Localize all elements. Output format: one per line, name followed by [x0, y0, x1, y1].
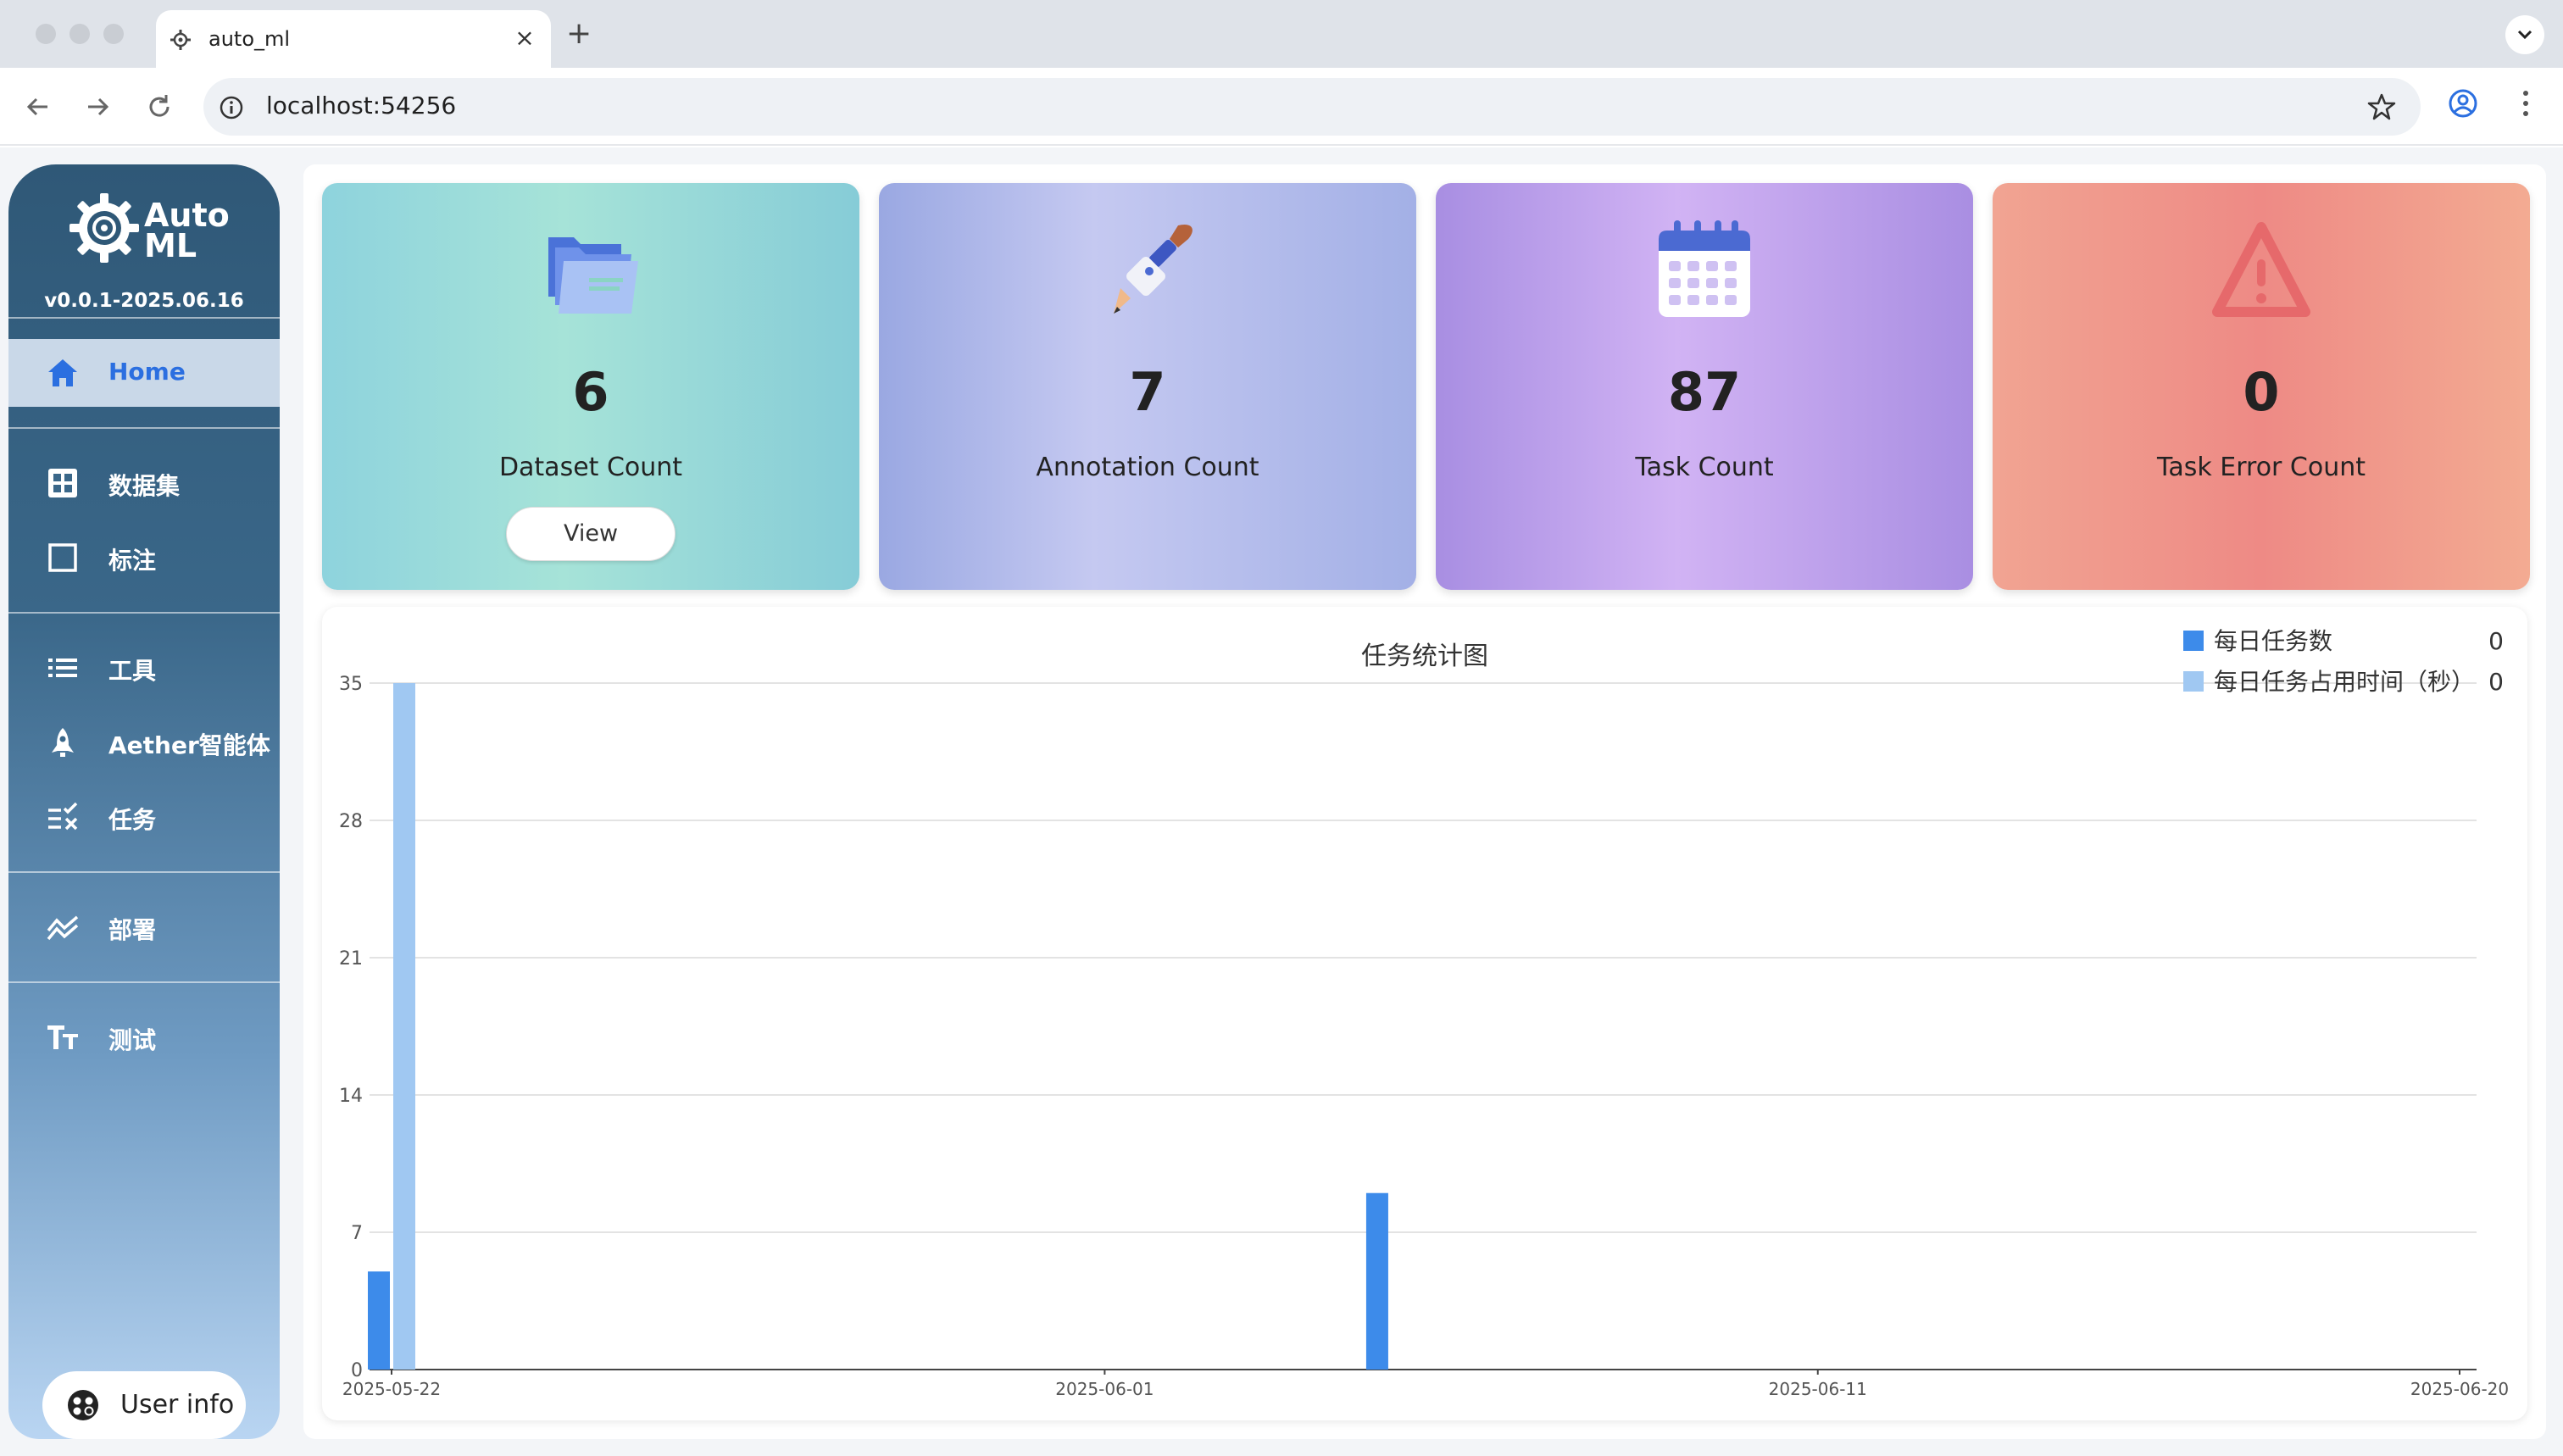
chart-bar — [393, 683, 415, 1370]
user-info-button[interactable]: User info — [42, 1371, 246, 1439]
sidebar-item-datasets[interactable]: 数据集 — [8, 449, 280, 517]
chart-bar — [1365, 1192, 1388, 1370]
legend-swatch — [2183, 671, 2204, 692]
task-statistics-chart: 任务统计图 0 7 14 21 28 35 2025-05-22 2025-06-01 2025-… — [322, 607, 2527, 1420]
main-content: 6 Dataset Count View 7 Annotation Count — [303, 164, 2546, 1439]
task-error-count-card: 0 Task Error Count — [1993, 183, 2530, 590]
x-tick-label: 2025-05-22 — [342, 1379, 441, 1399]
app-page: Auto ML v0.0.1-2025.06.16 Home 数据集 标注 工具… — [0, 147, 2563, 1456]
new-tab-button[interactable]: + — [566, 17, 592, 51]
sidebar-item-tasks[interactable]: 任务 — [8, 783, 280, 851]
dataset-count-label: Dataset Count — [498, 453, 683, 482]
task-check-icon — [48, 802, 78, 831]
annotation-count-value: 7 — [1129, 361, 1166, 423]
sidebar-item-test[interactable]: 测试 — [8, 1003, 280, 1071]
x-tick-label: 2025-06-20 — [2410, 1379, 2509, 1399]
annotation-count-label: Annotation Count — [1036, 453, 1259, 482]
sidebar-item-label: 数据集 — [108, 472, 181, 500]
grid-icon — [48, 469, 77, 497]
version-label: v0.0.1-2025.06.16 — [44, 290, 244, 312]
sidebar-divider — [8, 317, 280, 319]
chart-svg: 任务统计图 0 7 14 21 28 35 2025-05-22 2025-06-01 2025-… — [339, 627, 2509, 1399]
annotation-count-card: 7 Annotation Count — [879, 183, 1416, 590]
sidebar-item-label: 标注 — [108, 547, 157, 575]
more-vert-icon[interactable] — [2517, 86, 2534, 120]
legend-label: 每日任务占用时间（秒） — [2214, 668, 2475, 696]
browser-toolbar: localhost:54256 — [0, 68, 2563, 146]
legend-value: 0 — [2488, 627, 2504, 655]
sidebar-item-label: 测试 — [108, 1026, 157, 1054]
sidebar-item-label: 工具 — [108, 657, 157, 685]
list-icon — [48, 659, 77, 677]
sidebar-item-label: 部署 — [108, 916, 157, 944]
sidebar-item-label: Home — [108, 358, 186, 386]
view-datasets-button[interactable]: View — [506, 507, 675, 561]
y-tick-label: 7 — [351, 1223, 363, 1244]
sidebar-item-deploy[interactable]: 部署 — [8, 893, 280, 961]
legend-label: 每日任务数 — [2214, 627, 2332, 655]
y-tick-label: 21 — [339, 948, 363, 970]
task-error-count-label: Task Error Count — [2156, 453, 2366, 482]
address-bar[interactable]: localhost:54256 — [203, 78, 2421, 136]
url-text: localhost:54256 — [266, 92, 457, 119]
logo-text: Auto ML — [144, 197, 230, 264]
legend-value: 0 — [2488, 668, 2504, 696]
window-close-button[interactable] — [36, 24, 56, 44]
info-icon[interactable] — [219, 95, 244, 120]
task-count-label: Task Count — [1635, 453, 1774, 482]
y-tick-label: 14 — [339, 1086, 363, 1107]
sidebar-divider — [8, 981, 280, 983]
dataset-count-value: 6 — [572, 361, 609, 423]
task-count-card: 87 Task Count — [1436, 183, 1973, 590]
x-tick-label: 2025-06-01 — [1055, 1379, 1154, 1399]
tab-search-button[interactable] — [2505, 15, 2544, 54]
sidebar-item-annotation[interactable]: 标注 — [8, 524, 280, 592]
back-arrow-icon[interactable] — [20, 90, 54, 124]
task-error-count-value: 0 — [2243, 361, 2280, 423]
tab-close-icon[interactable]: × — [510, 24, 539, 53]
browser-tab-bar: auto_ml × + — [0, 0, 2563, 68]
automl-logo-icon — [69, 193, 139, 263]
forward-arrow-icon[interactable] — [81, 90, 115, 124]
bookmark-star-icon[interactable] — [2366, 92, 2397, 122]
window-minimize-button[interactable] — [69, 24, 90, 44]
chart-line-icon — [47, 915, 79, 941]
brush-icon — [1114, 224, 1193, 314]
chevron-down-icon — [2517, 30, 2532, 40]
sidebar-item-aether[interactable]: Aether智能体 — [8, 709, 280, 776]
window-maximize-button[interactable] — [103, 24, 124, 44]
text-size-icon — [47, 1025, 78, 1049]
sidebar-item-label: Aether智能体 — [108, 731, 270, 759]
logo-text-auto: Auto — [144, 197, 230, 234]
calendar-icon — [1659, 220, 1750, 317]
browser-tab[interactable]: auto_ml × — [156, 10, 551, 68]
tab-title: auto_ml — [208, 27, 291, 51]
square-icon — [48, 543, 77, 572]
sidebar-divider — [8, 871, 280, 873]
dataset-count-card: 6 Dataset Count View — [322, 183, 859, 590]
sidebar: Auto ML v0.0.1-2025.06.16 Home 数据集 标注 工具… — [8, 164, 280, 1439]
reload-icon[interactable] — [142, 90, 176, 124]
chart-title: 任务统计图 — [1361, 642, 1488, 671]
sidebar-item-home[interactable]: Home — [8, 339, 280, 407]
sidebar-item-label: 任务 — [108, 806, 157, 834]
rocket-icon — [52, 728, 74, 757]
task-count-value: 87 — [1667, 361, 1742, 423]
sidebar-item-tools[interactable]: 工具 — [8, 634, 280, 702]
sidebar-divider — [8, 427, 280, 429]
logo-text-ml: ML — [144, 227, 197, 264]
folder-icon — [548, 237, 638, 314]
user-avatar-icon — [68, 1390, 98, 1420]
user-info-label: User info — [120, 1390, 235, 1420]
y-tick-label: 35 — [339, 674, 363, 695]
y-tick-label: 28 — [339, 811, 363, 832]
x-tick-label: 2025-06-11 — [1769, 1379, 1867, 1399]
home-icon — [48, 359, 77, 386]
warning-icon — [2212, 222, 2310, 317]
profile-icon[interactable] — [2446, 86, 2480, 120]
chart-bar — [368, 1271, 390, 1370]
sidebar-divider — [8, 612, 280, 614]
legend-swatch — [2183, 631, 2204, 651]
gear-icon — [170, 30, 191, 50]
